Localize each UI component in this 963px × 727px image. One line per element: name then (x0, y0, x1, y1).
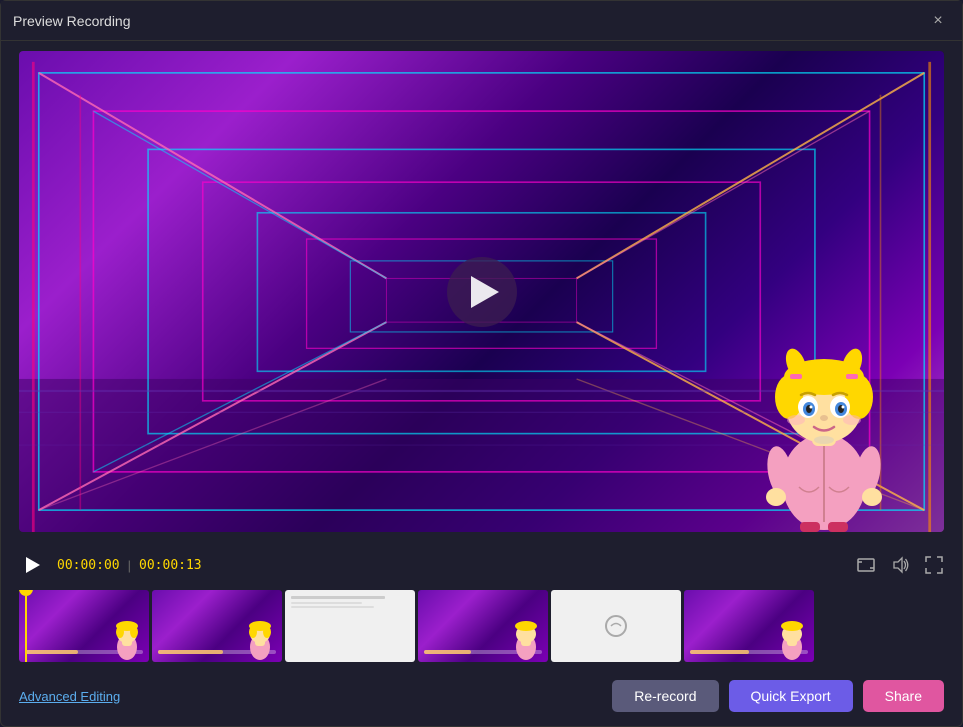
footer-buttons: Re-record Quick Export Share (612, 680, 944, 712)
fullscreen-button[interactable] (924, 555, 944, 575)
footer: Advanced Editing Re-record Quick Export … (1, 670, 962, 726)
preview-recording-window: Preview Recording × (0, 0, 963, 727)
video-player[interactable] (19, 51, 944, 532)
share-button[interactable]: Share (863, 680, 944, 712)
filmstrip (1, 590, 962, 670)
thumb-avatar-6 (775, 612, 810, 662)
control-icons-group (856, 555, 944, 575)
seek-line (25, 596, 27, 662)
filmstrip-thumb-3[interactable] (285, 590, 415, 662)
filmstrip-thumb-2[interactable] (152, 590, 282, 662)
time-current: 00:00:00 (57, 558, 120, 573)
thumb-fill-2 (158, 650, 223, 654)
thumb-fill-4 (424, 650, 471, 654)
video-background (19, 51, 944, 532)
close-button[interactable]: × (926, 9, 950, 33)
filmstrip-thumb-5[interactable] (551, 590, 681, 662)
window-title: Preview Recording (13, 13, 131, 29)
filmstrip-thumb-6[interactable] (684, 590, 814, 662)
aspect-ratio-button[interactable] (856, 555, 876, 575)
volume-button[interactable] (890, 555, 910, 575)
time-total: 00:00:13 (139, 558, 202, 573)
time-separator: | (128, 558, 131, 573)
controls-bar: 00:00:00 | 00:00:13 (1, 540, 962, 590)
thumb-avatar-2 (243, 612, 278, 662)
time-display: 00:00:00 | 00:00:13 (57, 558, 202, 573)
seek-indicator[interactable] (19, 590, 33, 662)
rerecord-button[interactable]: Re-record (612, 680, 718, 712)
advanced-editing-link[interactable]: Advanced Editing (19, 689, 120, 704)
filmstrip-thumb-4[interactable] (418, 590, 548, 662)
thumb-fill-6 (690, 650, 749, 654)
thumb-bg-5 (551, 590, 681, 662)
play-icon (26, 557, 40, 573)
thumb-avatar-1 (110, 612, 145, 662)
titlebar: Preview Recording × (1, 1, 962, 41)
avatar-character (744, 312, 904, 532)
filmstrip-thumb-1[interactable] (19, 590, 149, 662)
thumb-bg-3 (285, 590, 415, 662)
quick-export-button[interactable]: Quick Export (729, 680, 853, 712)
play-button-overlay[interactable] (447, 257, 517, 327)
play-pause-button[interactable] (19, 551, 47, 579)
thumb-avatar-4 (509, 612, 544, 662)
play-triangle-icon (471, 276, 499, 308)
filmstrip-inner (19, 590, 944, 662)
